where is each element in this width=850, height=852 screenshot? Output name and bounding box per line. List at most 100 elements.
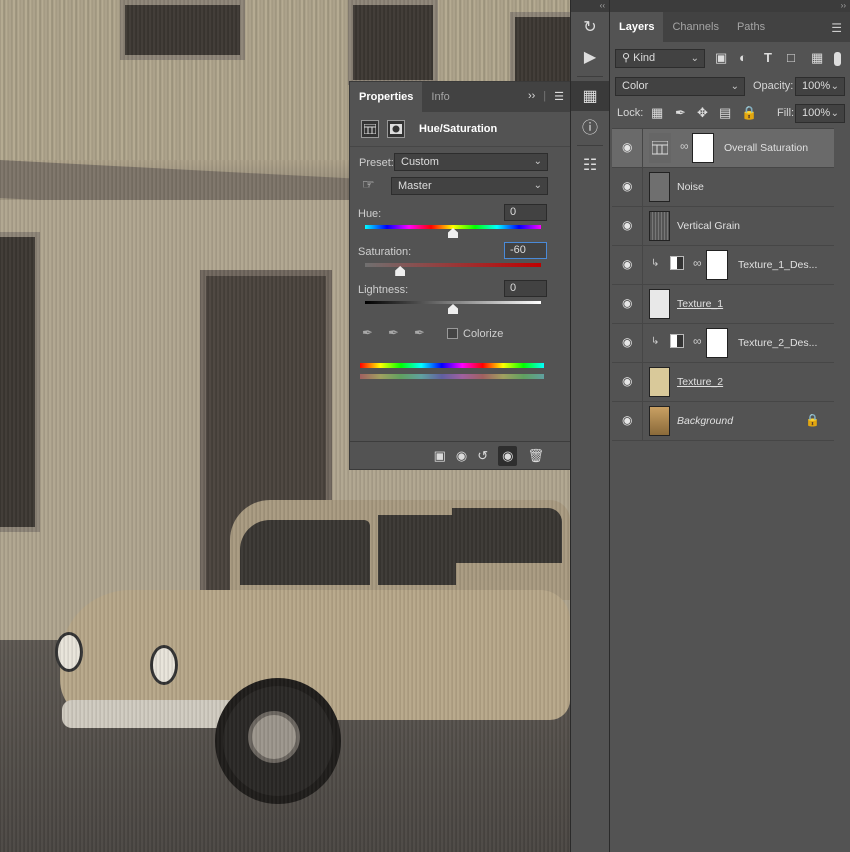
eye-icon[interactable]: ◉ (622, 413, 632, 427)
link-icon[interactable]: ∞ (693, 334, 702, 348)
layer-name: Texture_2_Des... (738, 337, 818, 349)
saturation-label: Saturation: (358, 246, 412, 258)
filter-kind-dropdown[interactable]: ⚲ Kind ⌄ (615, 49, 705, 68)
layer-name: Texture_2 (677, 376, 724, 388)
targeted-adjustment-hand-icon[interactable]: ☞ (362, 176, 375, 193)
eye-icon[interactable]: ◉ (622, 374, 632, 388)
fill-input[interactable]: 100% ⌄ (795, 104, 845, 123)
layer-mask-thumbnail[interactable] (692, 133, 714, 163)
output-color-bar (360, 374, 544, 379)
tab-channels[interactable]: Channels (663, 12, 727, 42)
channel-value: Master (398, 180, 432, 192)
hue-input[interactable]: 0 (504, 204, 547, 221)
layer-texture-1[interactable]: ◉ Texture_1 (612, 284, 834, 324)
toggle-visibility-icon[interactable]: ◉ (498, 445, 518, 466)
smart-object-thumbnail (649, 367, 670, 397)
lock-position-icon[interactable]: ✥ (697, 105, 708, 121)
collapse-panel-icon[interactable]: ›› (610, 0, 850, 12)
actions-play-icon[interactable]: ▶ (571, 42, 609, 72)
layer-vertical-grain[interactable]: ◉ Vertical Grain (612, 206, 834, 246)
info-icon[interactable]: ⓘ (571, 111, 609, 141)
lock-artboard-icon[interactable]: ▤ (719, 105, 731, 121)
layer-overall-saturation[interactable]: ◉ ∞ Overall Saturation (612, 128, 834, 168)
preset-value: Custom (401, 156, 439, 168)
layer-texture-2-desaturate[interactable]: ◉ ↳ ∞ Texture_2_Des... (612, 323, 834, 363)
blend-mode-dropdown[interactable]: Color ⌄ (615, 77, 745, 96)
channel-dropdown[interactable]: Master ⌄ (391, 177, 548, 195)
layer-mask-thumbnail[interactable] (706, 250, 728, 280)
eye-icon[interactable]: ◉ (622, 257, 632, 271)
chevron-down-icon: ⌄ (533, 156, 542, 167)
tab-properties[interactable]: Properties (350, 82, 423, 112)
reset-icon[interactable]: ↺ (477, 448, 488, 464)
link-icon[interactable]: ∞ (693, 256, 702, 270)
lock-image-icon[interactable]: ✒ (675, 105, 686, 121)
panel-menu-icon[interactable]: ☰ (831, 21, 842, 35)
tab-paths[interactable]: Paths (728, 12, 774, 42)
link-icon[interactable]: ∞ (680, 139, 689, 153)
filter-adjustment-icon[interactable]: ◐ (739, 50, 747, 65)
eye-icon[interactable]: ◉ (622, 296, 632, 310)
layer-texture-1-desaturate[interactable]: ◉ ↳ ∞ Texture_1_Des... (612, 245, 834, 285)
layer-thumbnail (649, 211, 670, 241)
smart-object-thumbnail (649, 289, 670, 319)
layer-background[interactable]: ◉ Background 🔒 (612, 401, 834, 441)
clipping-arrow-icon: ↳ (651, 258, 660, 269)
lock-all-icon[interactable]: 🔒 (741, 105, 757, 121)
layer-texture-2[interactable]: ◉ Texture_2 (612, 362, 834, 402)
filter-type-icon[interactable]: T (764, 50, 772, 65)
layer-name: Texture_1 (677, 298, 724, 310)
clip-to-layer-icon[interactable]: ▣ (434, 448, 446, 464)
fill-value: 100% (802, 107, 831, 119)
lightness-label: Lightness: (358, 284, 409, 296)
clone-source-icon[interactable]: ☷ (571, 150, 609, 180)
lightness-slider-track[interactable] (365, 301, 541, 304)
tab-info[interactable]: Info (422, 82, 458, 112)
blend-mode-value: Color (622, 80, 649, 92)
layer-name: Background (677, 415, 734, 427)
filter-toggle-switch[interactable] (834, 52, 841, 66)
opacity-value: 100% (802, 80, 831, 92)
preset-dropdown[interactable]: Custom ⌄ (394, 153, 548, 171)
saturation-slider-track[interactable] (365, 263, 541, 267)
lock-transparent-icon[interactable]: ▦ (651, 105, 663, 121)
filter-pixel-icon[interactable]: ▣ (715, 50, 727, 66)
layer-mask-thumbnail[interactable] (706, 328, 728, 358)
view-previous-state-icon[interactable]: ◉ (456, 448, 467, 464)
opacity-input[interactable]: 100% ⌄ (795, 77, 845, 96)
layers-panel: ›› Layers Channels Paths ☰ ⚲ Kind ⌄ ▣ ◐ … (610, 0, 850, 852)
panel-menu-icon[interactable]: ☰ (554, 90, 564, 103)
properties-panel-icon[interactable]: ▦ (571, 81, 609, 111)
chevron-down-icon: ⌄ (730, 81, 739, 92)
saturation-input[interactable]: -60 (504, 242, 547, 259)
filter-smart-object-icon[interactable]: ▦ (811, 50, 823, 66)
collapse-strip-icon[interactable]: ‹‹ (571, 0, 609, 12)
eyedropper-add-icon[interactable]: ✒ (388, 325, 399, 341)
eye-icon[interactable]: ◉ (622, 335, 632, 349)
collapse-icon[interactable]: ›› (528, 90, 535, 103)
colorize-checkbox[interactable] (447, 328, 458, 339)
layer-noise[interactable]: ◉ Noise (612, 167, 834, 207)
delete-icon[interactable]: 🗑 (527, 448, 544, 464)
eye-icon[interactable]: ◉ (622, 218, 632, 232)
layers-tab-bar: Layers Channels Paths ☰ (610, 12, 850, 42)
lightness-input[interactable]: 0 (504, 280, 547, 297)
hue-saturation-adjustment-icon[interactable] (361, 120, 379, 138)
chevron-down-icon: ⌄ (690, 53, 699, 64)
eye-icon[interactable]: ◉ (622, 140, 632, 154)
filter-shape-icon[interactable]: □ (787, 50, 795, 65)
layer-mask-icon[interactable] (387, 120, 405, 138)
eye-icon[interactable]: ◉ (622, 179, 632, 193)
panel-icon-strip: ‹‹ ↻ ▶ ▦ ⓘ ☷ (570, 0, 610, 852)
tab-layers[interactable]: Layers (610, 12, 664, 42)
layer-name: Noise (677, 181, 704, 193)
lock-row: Lock: ▦ ✒ ✥ ▤ 🔒 Fill: 100% ⌄ (615, 103, 845, 125)
preset-label: Preset: (359, 157, 394, 169)
layer-name: Texture_1_Des... (738, 259, 818, 271)
adjustment-header: Hue/Saturation (350, 112, 570, 147)
history-icon[interactable]: ↻ (571, 12, 609, 42)
eyedropper-icon[interactable]: ✒ (362, 325, 373, 341)
adjustment-layer-icon (649, 133, 671, 163)
adjustment-title: Hue/Saturation (419, 123, 498, 135)
eyedropper-subtract-icon[interactable]: ✒ (414, 325, 425, 341)
